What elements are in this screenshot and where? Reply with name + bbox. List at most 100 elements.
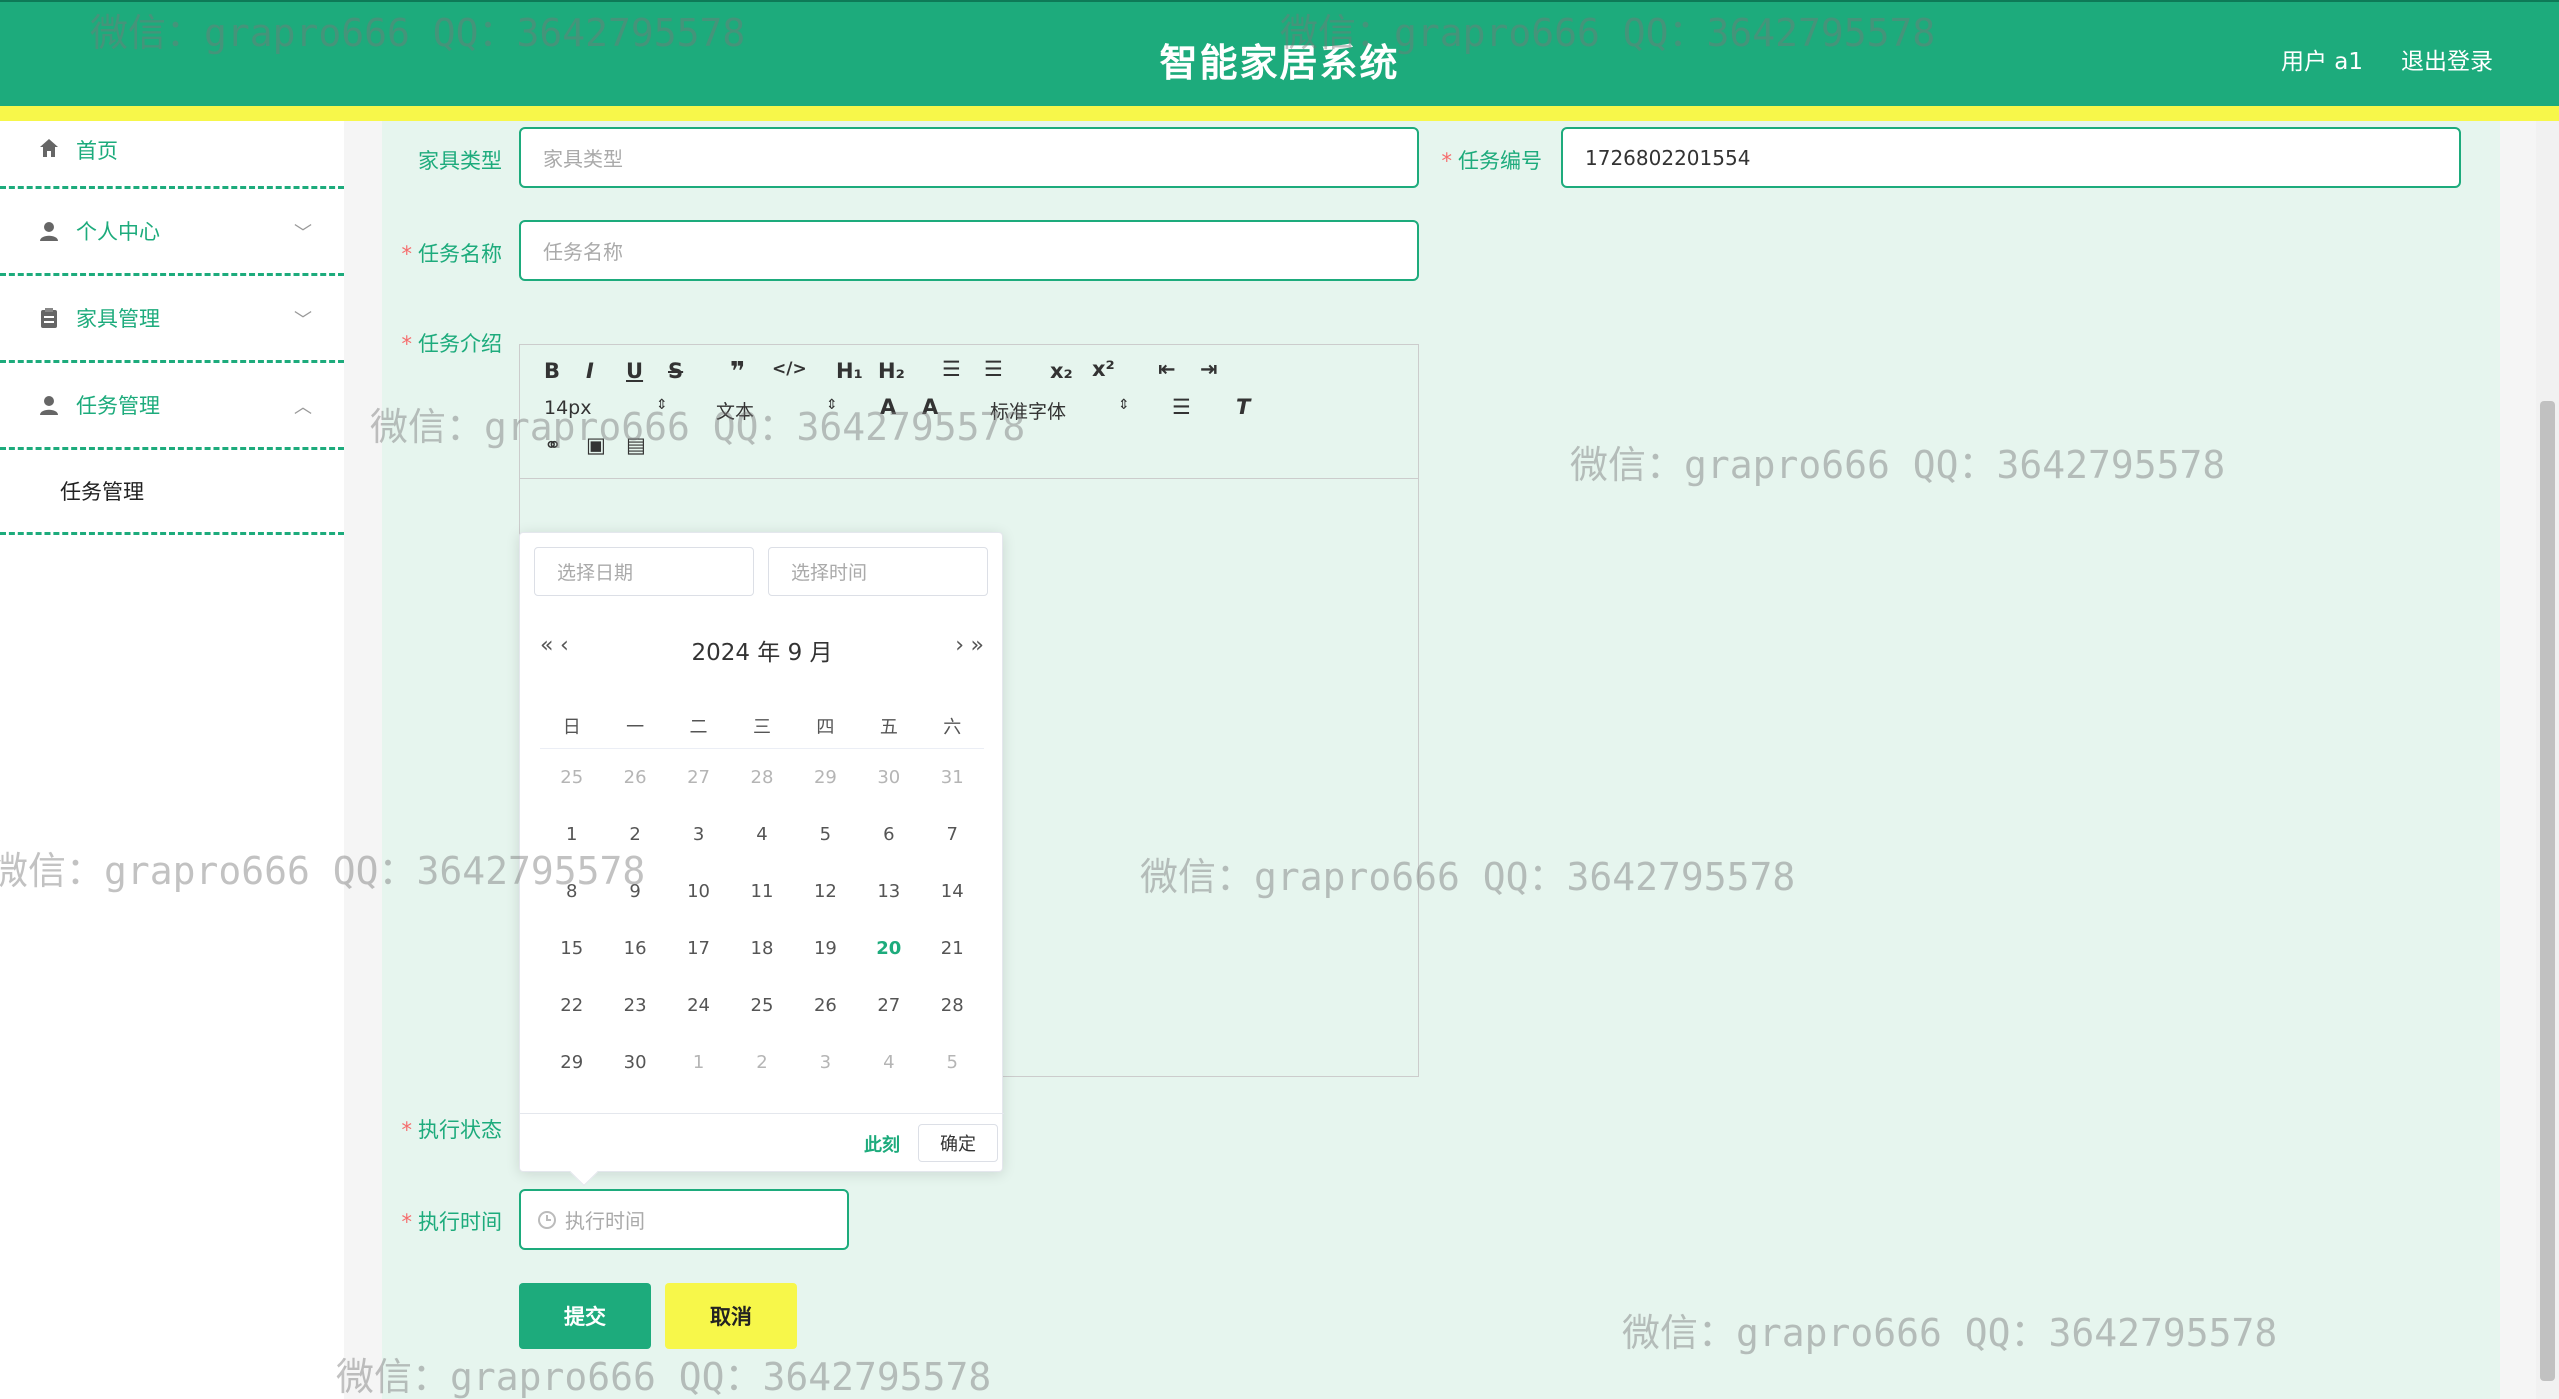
app-title: 智能家居系统 [1159, 41, 1400, 85]
code-block-icon[interactable]: </> [772, 359, 807, 379]
select-arrows-icon: ⇕ [1118, 397, 1130, 413]
calendar-day[interactable]: 27 [667, 767, 730, 788]
calendar-day[interactable]: 28 [921, 995, 984, 1016]
calendar-day[interactable]: 30 [857, 767, 920, 788]
picker-footer: 此刻 确定 [520, 1113, 1004, 1171]
bold-icon[interactable]: B [544, 359, 560, 383]
calendar-day[interactable]: 26 [603, 767, 666, 788]
exec-time-input[interactable]: 执行时间 [519, 1189, 849, 1250]
confirm-button[interactable]: 确定 [918, 1124, 998, 1162]
calendar-day[interactable]: 10 [667, 881, 730, 902]
calendar-day[interactable]: 8 [540, 881, 603, 902]
task-no-label: * 任务编号 [1441, 149, 1543, 173]
calendar-day[interactable]: 16 [603, 938, 666, 959]
next-month-icon[interactable]: › [955, 633, 964, 658]
image-icon[interactable]: ▣ [586, 433, 606, 457]
clear-format-icon[interactable]: T [1236, 395, 1250, 419]
calendar-day[interactable]: 18 [730, 938, 793, 959]
calendar-week-row: 22 23 24 25 26 27 28 [540, 977, 984, 1034]
calendar-day[interactable]: 1 [540, 824, 603, 845]
now-button[interactable]: 此刻 [864, 1131, 900, 1157]
calendar-day[interactable]: 3 [667, 824, 730, 845]
page-scrollbar[interactable] [2536, 121, 2559, 1399]
sidebar-item-tasks[interactable]: 任务管理 ︿ [0, 363, 344, 450]
calendar-day[interactable]: 9 [603, 881, 666, 902]
calendar-day[interactable]: 13 [857, 881, 920, 902]
calendar-day[interactable]: 5 [794, 824, 857, 845]
scrollbar-thumb[interactable] [2540, 401, 2555, 1381]
sidebar-item-label: 任务管理 [76, 394, 160, 418]
next-year-icon[interactable]: » [971, 633, 984, 658]
calendar-day-today[interactable]: 20 [857, 938, 920, 959]
time-input[interactable]: 选择时间 [768, 547, 988, 596]
sidebar-subitem-task-management[interactable]: 任务管理 [0, 450, 344, 535]
calendar-day[interactable]: 2 [603, 824, 666, 845]
font-size-select[interactable]: 14px [544, 397, 591, 419]
calendar-day[interactable]: 11 [730, 881, 793, 902]
calendar-day[interactable]: 25 [540, 767, 603, 788]
italic-icon[interactable]: I [586, 359, 594, 383]
font-family-select[interactable]: 标准字体 [990, 397, 1066, 424]
calendar-day[interactable]: 28 [730, 767, 793, 788]
calendar-day[interactable]: 6 [857, 824, 920, 845]
furniture-type-input[interactable]: 家具类型 [519, 127, 1419, 188]
calendar-day[interactable]: 1 [667, 1052, 730, 1073]
indent-icon[interactable]: ⇥ [1200, 357, 1218, 381]
calendar-day[interactable]: 29 [794, 767, 857, 788]
calendar-day[interactable]: 31 [921, 767, 984, 788]
sidebar-item-personal-center[interactable]: 个人中心 ﹀ [0, 189, 344, 276]
calendar-day[interactable]: 5 [921, 1052, 984, 1073]
blockquote-icon[interactable]: ❞ [730, 357, 745, 387]
calendar-day[interactable]: 17 [667, 938, 730, 959]
cancel-button[interactable]: 取消 [665, 1283, 797, 1349]
superscript-icon[interactable]: x² [1092, 357, 1115, 381]
subscript-icon[interactable]: x₂ [1050, 359, 1073, 383]
task-no-input[interactable]: 1726802201554 [1561, 127, 2461, 188]
sidebar-item-home[interactable]: 首页 [0, 121, 344, 189]
calendar-day[interactable]: 14 [921, 881, 984, 902]
calendar-day[interactable]: 27 [857, 995, 920, 1016]
calendar-day[interactable]: 2 [730, 1052, 793, 1073]
underline-icon[interactable]: U [626, 359, 643, 383]
calendar-day[interactable]: 12 [794, 881, 857, 902]
calendar-day[interactable]: 22 [540, 995, 603, 1016]
heading-1-icon[interactable]: H₁ [836, 359, 863, 383]
calendar-day[interactable]: 24 [667, 995, 730, 1016]
calendar-day[interactable]: 15 [540, 938, 603, 959]
strikethrough-icon[interactable]: S [668, 359, 683, 383]
align-icon[interactable]: ☰ [1172, 395, 1191, 419]
submit-button[interactable]: 提交 [519, 1283, 651, 1349]
calendar-day[interactable]: 4 [857, 1052, 920, 1073]
calendar-day[interactable]: 26 [794, 995, 857, 1016]
heading-2-icon[interactable]: H₂ [878, 359, 905, 383]
weekday-label: 日 [562, 716, 581, 738]
background-color-icon[interactable]: A [922, 395, 938, 419]
task-name-input[interactable]: 任务名称 [519, 220, 1419, 281]
ordered-list-icon[interactable]: ☰ [942, 357, 961, 381]
logout-link[interactable]: 退出登录 [2401, 42, 2493, 76]
video-icon[interactable]: ▤ [626, 433, 646, 457]
calendar-day[interactable]: 30 [603, 1052, 666, 1073]
calendar-day[interactable]: 29 [540, 1052, 603, 1073]
user-icon [36, 392, 62, 418]
user-icon [36, 218, 62, 244]
calendar-day[interactable]: 3 [794, 1052, 857, 1073]
calendar-day[interactable]: 4 [730, 824, 793, 845]
date-input[interactable]: 选择日期 [534, 547, 754, 596]
calendar-day[interactable]: 23 [603, 995, 666, 1016]
calendar-day[interactable]: 7 [921, 824, 984, 845]
font-color-icon[interactable]: A [880, 395, 896, 419]
outdent-icon[interactable]: ⇤ [1158, 357, 1176, 381]
link-icon[interactable]: ⚭ [544, 433, 562, 457]
weekday-label: 一 [626, 716, 645, 738]
bullet-list-icon[interactable]: ☰ [984, 357, 1003, 381]
weekday-label: 五 [879, 716, 898, 738]
calendar-week-row: 29 30 1 2 3 4 5 [540, 1034, 984, 1091]
right-gap [2500, 121, 2536, 1399]
sidebar-item-furniture[interactable]: 家具管理 ﹀ [0, 276, 344, 363]
calendar-day[interactable]: 21 [921, 938, 984, 959]
calendar-day[interactable]: 25 [730, 995, 793, 1016]
text-style-select[interactable]: 文本 [716, 397, 754, 424]
task-intro-label: * 任务介绍 [401, 332, 503, 356]
calendar-day[interactable]: 19 [794, 938, 857, 959]
